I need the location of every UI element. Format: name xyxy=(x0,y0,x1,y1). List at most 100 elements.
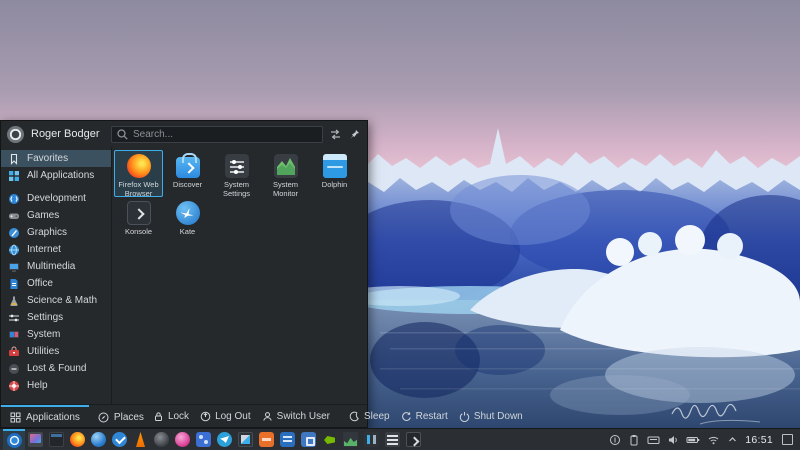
dolphin-icon xyxy=(322,154,347,178)
volume-icon[interactable] xyxy=(667,434,679,446)
taskbar-check-app[interactable] xyxy=(109,429,130,450)
user-name: Roger Bodger xyxy=(31,128,100,140)
search-input-wrap xyxy=(111,125,323,143)
kate-icon xyxy=(175,201,200,225)
taskbar-nvidia-settings[interactable] xyxy=(319,429,340,450)
system-settings-icon xyxy=(224,154,249,178)
sidebar-item-system[interactable]: System xyxy=(1,326,111,343)
sort-icon[interactable] xyxy=(329,128,342,141)
taskbar-vlc[interactable] xyxy=(130,429,151,450)
sidebar-item-multimedia[interactable]: Multimedia xyxy=(1,258,111,275)
utilities-toolbox-icon xyxy=(9,346,19,356)
expand-caret-icon[interactable] xyxy=(727,434,738,445)
status-icon[interactable] xyxy=(609,434,621,446)
sidebar-item-settings[interactable]: Settings xyxy=(1,309,111,326)
window-icon xyxy=(49,432,64,447)
lock-button[interactable]: Lock xyxy=(153,411,189,422)
switch-user-button[interactable]: Switch User xyxy=(262,411,330,422)
display-settings-icon xyxy=(28,432,43,447)
grid-tab-icon xyxy=(10,412,21,422)
taskbar-partition-manager[interactable] xyxy=(361,429,382,450)
sidebar-item-graphics[interactable]: Graphics xyxy=(1,224,111,241)
launcher-sidebar: Favorites All Applications Development G… xyxy=(1,147,112,404)
application-launcher-button[interactable] xyxy=(3,429,25,450)
taskbar-gimp[interactable] xyxy=(151,429,172,450)
pin-icon[interactable] xyxy=(348,128,361,141)
user-avatar[interactable] xyxy=(7,125,24,143)
internet-globe-icon xyxy=(9,244,19,255)
app-tile-firefox[interactable]: Firefox Web Browser xyxy=(114,150,163,197)
taskbar-konsole[interactable] xyxy=(403,429,424,450)
app-tile-system-monitor[interactable]: System Monitor xyxy=(261,150,310,197)
sidebar-item-office[interactable]: Office xyxy=(1,275,111,292)
show-desktop-button[interactable] xyxy=(782,434,793,445)
firefox-icon xyxy=(126,154,151,178)
check-app-icon xyxy=(112,432,127,447)
search-input[interactable] xyxy=(133,128,318,140)
taskbar-libreoffice-impress[interactable] xyxy=(256,429,277,450)
launcher-header: Roger Bodger xyxy=(1,121,367,147)
clipboard-icon[interactable] xyxy=(628,434,640,446)
sidebar-item-internet[interactable]: Internet xyxy=(1,241,111,258)
taskbar-panel: 16:51 xyxy=(0,428,800,450)
libreoffice-writer-icon xyxy=(280,432,295,447)
restart-button[interactable]: Restart xyxy=(401,411,448,422)
application-launcher-menu: Roger Bodger Favorites All Applications xyxy=(0,120,523,428)
network-wifi-icon[interactable] xyxy=(707,434,720,446)
tab-applications[interactable]: Applications xyxy=(1,405,89,427)
taskbar-blue-sphere-app[interactable] xyxy=(88,429,109,450)
app-tile-system-settings[interactable]: System Settings xyxy=(212,150,261,197)
taskbar-pink-media-app[interactable] xyxy=(172,429,193,450)
nvidia-settings-icon xyxy=(322,432,337,447)
sidebar-item-development[interactable]: Development xyxy=(1,190,111,207)
favorites-grid: Firefox Web Browser Discover System Sett… xyxy=(112,147,367,404)
taskbar-virtualbox[interactable] xyxy=(193,429,214,450)
sidebar-item-lost-found[interactable]: Lost & Found xyxy=(1,360,111,377)
battery-icon[interactable] xyxy=(686,434,700,446)
bookmark-icon xyxy=(10,153,18,165)
taskbar-video-editor[interactable] xyxy=(235,429,256,450)
input-device-icon[interactable] xyxy=(647,434,660,446)
app-tile-konsole[interactable]: Konsole xyxy=(114,197,163,244)
sidebar-item-all-applications[interactable]: All Applications xyxy=(1,167,111,184)
tab-places[interactable]: Places xyxy=(89,405,153,427)
sidebar-item-favorites[interactable]: Favorites xyxy=(1,150,111,167)
partition-manager-icon xyxy=(364,432,379,447)
app-tile-kate[interactable]: Kate xyxy=(163,197,212,244)
sleep-icon xyxy=(349,411,359,421)
science-math-icon xyxy=(10,296,18,306)
sidebar-item-science-math[interactable]: Science & Math xyxy=(1,292,111,309)
system-monitor-icon xyxy=(9,330,19,338)
taskbar-telegram[interactable] xyxy=(214,429,235,450)
clock[interactable]: 16:51 xyxy=(745,434,773,446)
logout-button[interactable]: Log Out xyxy=(200,411,251,422)
taskbar-system-settings[interactable] xyxy=(382,429,403,450)
games-icon xyxy=(9,213,19,219)
lock-icon xyxy=(154,411,162,421)
sidebar-item-help[interactable]: Help xyxy=(1,377,111,394)
taskbar-display-settings[interactable] xyxy=(25,429,46,450)
system-monitor-icon xyxy=(273,154,298,178)
desktop[interactable]: Roger Bodger Favorites All Applications xyxy=(0,0,800,450)
taskbar-system-monitor[interactable] xyxy=(340,429,361,450)
taskbar-window[interactable] xyxy=(46,429,67,450)
toolbox-app-icon xyxy=(301,432,316,447)
blue-sphere-app-icon xyxy=(91,432,106,447)
multimedia-icon xyxy=(9,262,19,272)
taskbar-firefox[interactable] xyxy=(67,429,88,450)
libreoffice-impress-icon xyxy=(259,432,274,447)
sleep-button[interactable]: Sleep xyxy=(349,411,390,422)
kubuntu-logo-icon xyxy=(6,433,22,448)
shutdown-button[interactable]: Shut Down xyxy=(459,411,523,422)
system-settings-icon xyxy=(385,432,400,447)
app-tile-dolphin[interactable]: Dolphin xyxy=(310,150,359,197)
taskbar-libreoffice-writer[interactable] xyxy=(277,429,298,450)
help-lifebuoy-icon xyxy=(9,380,19,391)
konsole-icon xyxy=(406,432,421,447)
compass-icon xyxy=(98,412,109,422)
sidebar-item-utilities[interactable]: Utilities xyxy=(1,343,111,360)
app-tile-discover[interactable]: Discover xyxy=(163,150,212,197)
vlc-icon xyxy=(136,432,145,447)
sidebar-item-games[interactable]: Games xyxy=(1,207,111,224)
taskbar-toolbox-app[interactable] xyxy=(298,429,319,450)
